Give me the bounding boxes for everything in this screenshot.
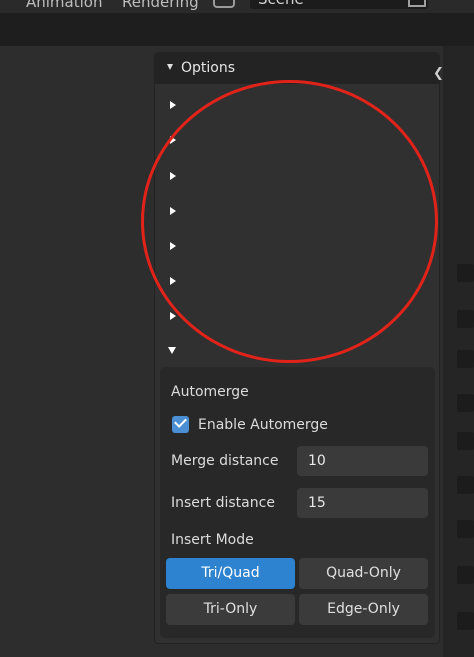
scene-icon[interactable] [213,0,235,8]
menu-rendering[interactable]: Rendering [122,0,199,11]
chevron-left-icon[interactable]: ❮ [433,66,444,81]
insert-distance-field[interactable]: 15 [297,488,428,518]
collapsed-row-arrow-icon[interactable] [170,101,176,109]
strip-item [457,476,474,494]
mode-quad-only-button[interactable]: Quad-Only [299,558,428,589]
mode-tri-quad-button[interactable]: Tri/Quad [166,558,295,589]
expanded-row-arrow-icon[interactable] [168,347,176,354]
scene-name-text: Scene [258,0,304,8]
collapsed-row-arrow-icon[interactable] [170,312,176,320]
mode-tri-only-button[interactable]: Tri-Only [166,594,295,625]
header-bar [0,13,474,46]
insert-distance-label: Insert distance [171,495,275,511]
insert-distance-value: 15 [308,495,326,511]
strip-item [457,566,474,584]
strip-item [457,310,474,328]
copy-icon[interactable] [408,0,426,7]
right-editor-strip [443,46,474,657]
expand-triangle-icon [167,64,173,70]
insert-mode-label: Insert Mode [171,532,254,548]
top-menu-bar: Animation Rendering Scene [0,0,474,13]
strip-item [457,612,474,630]
merge-distance-label: Merge distance [171,453,279,469]
merge-distance-value: 10 [308,453,326,469]
enable-automerge-checkbox[interactable] [172,415,189,433]
mode-edge-only-button[interactable]: Edge-Only [299,594,428,625]
strip-item [457,350,474,368]
strip-item [457,432,474,450]
enable-automerge-label[interactable]: Enable Automerge [198,417,328,433]
merge-distance-field[interactable]: 10 [297,446,428,476]
strip-item [457,394,474,412]
options-title: Options [181,60,236,76]
checkmark-icon [174,415,187,428]
strip-item [457,520,474,538]
annotation-circle [141,80,438,363]
menu-animation[interactable]: Animation [26,0,102,11]
automerge-heading: Automerge [171,384,249,400]
scene-name-field[interactable]: Scene [250,0,428,9]
strip-item [457,264,474,282]
